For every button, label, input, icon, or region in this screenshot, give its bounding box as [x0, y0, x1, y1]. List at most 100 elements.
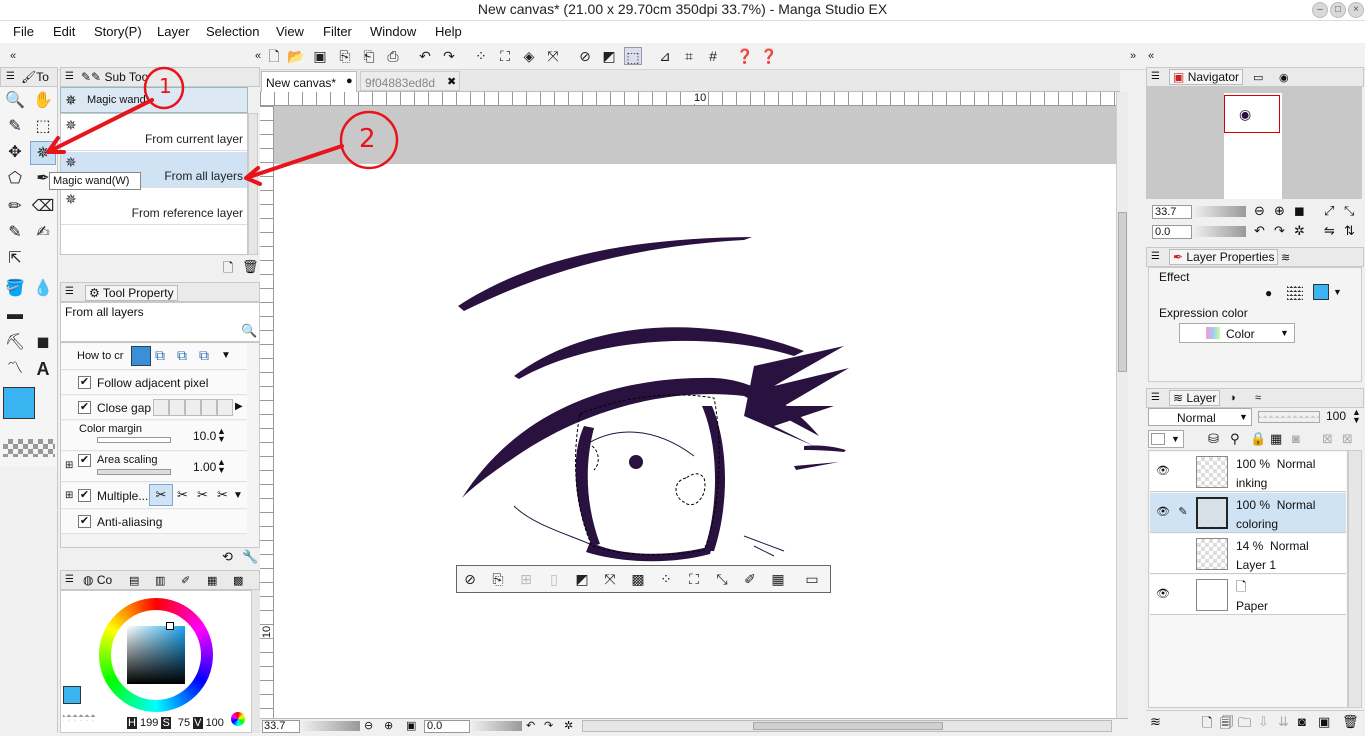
panel-menu-icon[interactable]: ☰ — [65, 71, 74, 82]
reset-settings-icon[interactable]: ⟲ — [222, 549, 233, 565]
import-icon[interactable]: ⎗ — [360, 47, 378, 65]
close-gap-levels[interactable] — [153, 399, 233, 416]
delete-sub-tool-icon[interactable]: 🗑 — [242, 259, 259, 275]
zoom-in-icon[interactable]: ⊕ — [384, 719, 393, 732]
close-icon[interactable]: × — [1348, 2, 1364, 18]
visibility-eye-icon[interactable]: 👁 — [1156, 587, 1170, 600]
mask-layer-icon[interactable]: ◙ — [1292, 431, 1300, 446]
navigator-tab[interactable]: ▣ Navigator — [1169, 69, 1244, 85]
deselect-icon[interactable]: ⊘ — [576, 47, 594, 65]
multiple-checkbox[interactable]: ✔ — [78, 489, 91, 502]
color-panel-scrollbar[interactable] — [252, 590, 260, 733]
delete-layer-icon[interactable]: 🗑 — [1342, 714, 1359, 730]
sub-view-tab-icon[interactable]: ▩ — [233, 574, 243, 587]
sv-picker-handle[interactable] — [166, 622, 174, 630]
line-tool-icon[interactable]: 〽 — [2, 357, 28, 381]
maximize-icon[interactable]: □ — [1330, 2, 1346, 18]
launcher-shrink-icon[interactable]: ⁘ — [657, 570, 675, 588]
main-color-swatch[interactable] — [3, 387, 35, 419]
eyedropper-tool-icon[interactable]: ✎ — [2, 115, 28, 139]
color-mode-icon[interactable] — [231, 712, 245, 726]
nav-rotate-left-icon[interactable]: ↶ — [1254, 223, 1265, 239]
sub-tool-item-current[interactable]: ✵ From current layer — [61, 115, 247, 151]
fill-tool-icon[interactable]: 🪣 — [2, 277, 28, 301]
new-sub-tool-icon[interactable]: 🗋 — [223, 259, 233, 281]
new-selection-icon[interactable] — [131, 346, 151, 366]
chevron-down-icon[interactable]: ▼ — [221, 350, 231, 361]
story-icon[interactable]: ⎙ — [384, 47, 402, 65]
panel-menu-icon[interactable]: ☰ — [1151, 392, 1160, 403]
sub-view-tab-icon[interactable]: ▭ — [1253, 71, 1263, 84]
vertical-scroll-thumb[interactable] — [1118, 212, 1127, 372]
rotate-left-icon[interactable]: ↶ — [526, 719, 535, 732]
tab-close-icon[interactable]: ✖ — [447, 75, 456, 88]
navigator-zoom-slider[interactable] — [1194, 206, 1246, 217]
tab-modified-dot-icon[interactable]: ● — [346, 75, 353, 87]
navigator-rotation-slider[interactable] — [1194, 226, 1246, 237]
fit-window-icon[interactable]: ▣ — [406, 719, 416, 732]
marker-tool-icon[interactable]: ✎ — [2, 221, 28, 245]
status-zoom-slider[interactable] — [302, 721, 360, 731]
undo-icon[interactable]: ↶ — [416, 47, 434, 65]
sub-tool-item-reference[interactable]: ✵ From reference layer — [61, 189, 247, 225]
status-zoom-value[interactable]: 33.7 — [262, 720, 300, 733]
nav-reset-rotation-icon[interactable]: ✲ — [1294, 223, 1305, 239]
opacity-slider[interactable] — [1258, 411, 1320, 423]
redo-icon[interactable]: ↷ — [440, 47, 458, 65]
launcher-fill-icon[interactable]: ✐ — [741, 570, 759, 588]
menu-filter[interactable]: Filter — [323, 24, 352, 39]
object-tool-icon[interactable]: ⬚ — [30, 115, 56, 139]
add-selection-icon[interactable]: ⧉ — [155, 347, 165, 364]
launcher-transform-icon[interactable]: ⛶ — [685, 570, 703, 588]
saturation-value-square[interactable] — [127, 626, 185, 684]
zoom-out-icon[interactable]: ⊖ — [364, 719, 373, 732]
panel-menu-icon[interactable]: ☰ — [6, 71, 15, 82]
collapse-right-icon[interactable]: » — [1124, 47, 1142, 65]
launcher-clear-outside-icon[interactable]: ⎘ — [489, 570, 507, 588]
nav-fit-icon[interactable]: ◼ — [1294, 203, 1305, 219]
water-tool-icon[interactable]: 💧 — [30, 277, 56, 301]
nav-fit-page-icon[interactable]: ⤢ — [1324, 203, 1334, 219]
settings-wrench-icon[interactable]: 🔧 — [242, 549, 258, 565]
opacity-value[interactable]: 100 — [1326, 409, 1346, 423]
layer-reference-icon[interactable]: ✂ — [149, 484, 173, 506]
move-tool-icon[interactable]: ✥ — [2, 141, 28, 165]
gradient-tool-icon[interactable]: ◼ — [30, 331, 56, 355]
expand-right-icon[interactable]: « — [1142, 47, 1160, 65]
navigator-rotation-value[interactable]: 0.0 — [1152, 225, 1192, 239]
launcher-free-transform-icon[interactable]: ⤡ — [713, 570, 731, 588]
navigator-zoom-value[interactable]: 33.7 — [1152, 205, 1192, 219]
text-tool-icon[interactable]: A — [30, 357, 56, 381]
area-scaling-spinner-icon[interactable]: ▲ ▼ — [217, 458, 226, 475]
menu-view[interactable]: View — [276, 24, 304, 39]
launcher-scale-icon[interactable]: ⤧ — [601, 570, 619, 588]
nav-rotate-right-icon[interactable]: ↷ — [1274, 223, 1285, 239]
launcher-tone-icon[interactable]: ▦ — [769, 570, 787, 588]
lasso-tool-icon[interactable]: ⬠ — [2, 167, 28, 191]
visibility-eye-icon[interactable]: 👁 — [1156, 505, 1170, 518]
color-margin-slider[interactable] — [97, 437, 171, 443]
clip-layer-icon[interactable]: ⛁ — [1208, 431, 1219, 447]
create-mask-icon[interactable]: ◙ — [1298, 714, 1306, 729]
panel-menu-icon[interactable]: ☰ — [65, 574, 74, 585]
nav-zoom-in-icon[interactable]: ⊕ — [1274, 203, 1285, 219]
search-layer-tab-icon[interactable]: ≋ — [1281, 251, 1290, 264]
nav-zoom-out-icon[interactable]: ⊖ — [1254, 203, 1265, 219]
chevron-down-icon[interactable]: ▼ — [233, 490, 243, 501]
launcher-deselect-icon[interactable]: ⊘ — [461, 570, 479, 588]
navigator-view-rect[interactable]: ◉ — [1224, 95, 1280, 133]
transparent-color-swatch[interactable] — [3, 439, 55, 457]
collapse-left-icon[interactable]: « — [4, 47, 22, 65]
merge-down-icon[interactable]: ⇊ — [1278, 714, 1289, 730]
status-rotation-value[interactable]: 0.0 — [424, 720, 470, 733]
color-history-tab-icon[interactable]: ▦ — [207, 574, 217, 587]
layer-menu-icon[interactable]: ≋ — [1150, 714, 1161, 730]
launcher-invert-icon[interactable]: ◩ — [573, 570, 591, 588]
color-set-tab-icon[interactable]: ▤ — [129, 574, 139, 587]
launcher-cut-paste-icon[interactable]: ⊞ — [517, 570, 535, 588]
layer-properties-tab[interactable]: ✒ Layer Properties — [1169, 249, 1279, 265]
follow-adjacent-checkbox[interactable]: ✔ — [78, 376, 91, 389]
transfer-down-icon[interactable]: ⇩ — [1258, 714, 1269, 730]
layer-tab[interactable]: ≋ Layer — [1169, 390, 1221, 406]
reset-rotation-icon[interactable]: ✲ — [564, 719, 573, 732]
